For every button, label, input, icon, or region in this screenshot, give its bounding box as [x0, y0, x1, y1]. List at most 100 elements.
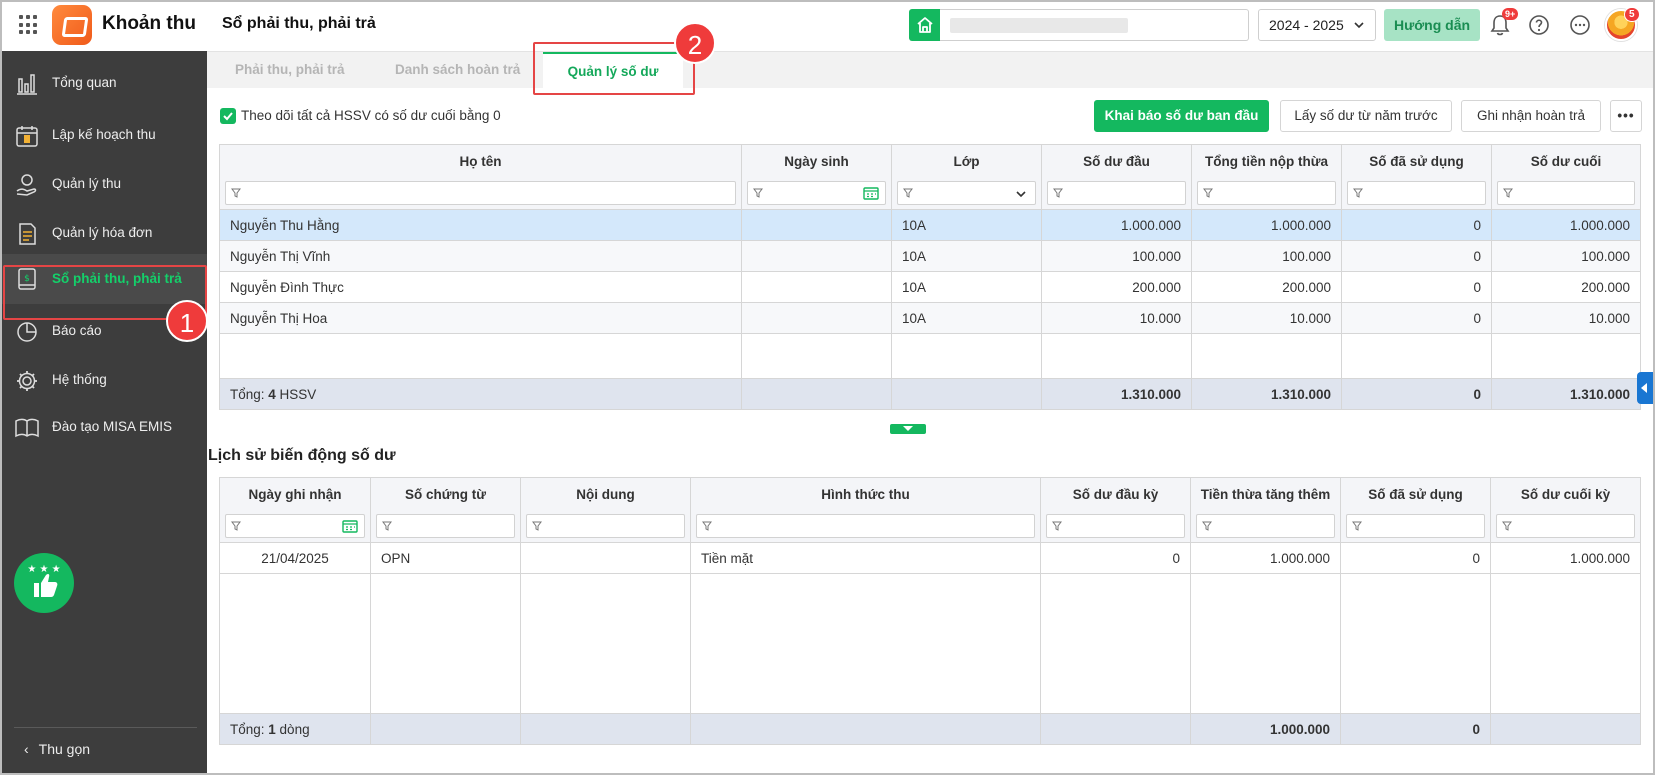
table-row[interactable]: Nguyễn Thị Hoa 10A 10.000 10.000 0 10.00…	[219, 302, 1641, 334]
column-header[interactable]: Số dư đầu kỳ	[1040, 477, 1191, 511]
column-header[interactable]: Hình thức thu	[690, 477, 1041, 511]
filter-icon	[1053, 188, 1063, 199]
cell-overpaid: 100.000	[1191, 240, 1342, 272]
sidebar-item-system[interactable]: Hệ thống	[2, 357, 207, 403]
filter-input[interactable]	[1347, 181, 1486, 206]
cell-name: Nguyễn Thị Hoa	[219, 302, 742, 334]
filter-input[interactable]	[1497, 181, 1635, 206]
sidebar-item-label: Quản lý hóa đơn	[52, 225, 153, 240]
total-used: 0	[1341, 378, 1492, 410]
cell-opening-balance: 0	[1040, 542, 1191, 574]
date-filter-input[interactable]	[225, 514, 365, 539]
cell-overpaid: 200.000	[1191, 271, 1342, 303]
fetch-previous-year-button[interactable]: Lấy số dư từ năm trước	[1280, 100, 1452, 132]
column-header[interactable]: Lớp	[891, 144, 1042, 178]
collapse-sidebar-button[interactable]: ‹ Thu gọn	[24, 741, 90, 757]
column-header[interactable]: Số dư cuối	[1491, 144, 1641, 178]
total-closing-balance: 1.310.000	[1491, 378, 1641, 410]
cell-overpaid-increase: 1.000.000	[1190, 542, 1341, 574]
filter-icon	[532, 521, 542, 532]
cell-birthdate	[741, 209, 892, 241]
filter-icon	[1202, 521, 1212, 532]
filter-input[interactable]	[1197, 181, 1336, 206]
sidebar-item-collect[interactable]: Quản lý thu	[2, 161, 207, 207]
column-header[interactable]: Số dư cuối kỳ	[1490, 477, 1641, 511]
filter-input[interactable]	[376, 514, 515, 539]
filter-icon	[903, 188, 913, 199]
sidebar-item-overview[interactable]: Tổng quan	[2, 60, 207, 106]
chevron-left-icon: ‹	[24, 741, 29, 757]
help-icon[interactable]	[1526, 12, 1552, 38]
filter-icon	[1352, 521, 1362, 532]
more-options-icon[interactable]	[1567, 12, 1593, 38]
calendar-money-icon	[16, 126, 38, 147]
page-title: Sổ phải thu, phải trả	[222, 15, 376, 32]
notification-badge: 9+	[1502, 8, 1519, 20]
calendar-icon[interactable]	[863, 186, 879, 200]
column-header[interactable]: Ngày ghi nhận	[219, 477, 371, 511]
cell-opening-balance: 10.000	[1041, 302, 1192, 334]
filter-input[interactable]	[1196, 514, 1335, 539]
filter-icon	[1353, 188, 1363, 199]
table-row[interactable]: Nguyễn Thị Vĩnh 10A 100.000 100.000 0 10…	[219, 240, 1641, 272]
tab-receivables[interactable]: Phải thu, phải trả	[235, 52, 345, 88]
sidebar: Tổng quan Lập kế hoạch thu Quản lý thu Q…	[2, 51, 207, 773]
total-overpaid: 1.310.000	[1191, 378, 1342, 410]
column-header[interactable]: Số đã sử dụng	[1341, 144, 1492, 178]
cell-class: 10A	[891, 209, 1042, 241]
column-header[interactable]: Tổng tiền nộp thừa	[1191, 144, 1342, 178]
column-header[interactable]: Tiền thừa tăng thêm	[1190, 477, 1341, 511]
history-table-header: Ngày ghi nhận Số chứng từ Nội dung Hình …	[219, 477, 1641, 511]
table-row[interactable]: Nguyễn Thu Hằng 10A 1.000.000 1.000.000 …	[219, 209, 1641, 241]
table-row[interactable]: Nguyễn Đình Thực 10A 200.000 200.000 0 2…	[219, 271, 1641, 303]
total-closing-balance	[1490, 713, 1641, 745]
filter-input[interactable]	[1346, 514, 1485, 539]
filter-input[interactable]	[526, 514, 685, 539]
sidebar-item-training[interactable]: Đào tạo MISA EMIS	[2, 404, 207, 450]
class-filter-select[interactable]	[897, 181, 1036, 206]
cell-class: 10A	[891, 240, 1042, 272]
side-panel-toggle[interactable]	[1637, 372, 1653, 404]
filter-input[interactable]	[696, 514, 1035, 539]
filter-input[interactable]	[225, 181, 736, 206]
cell-payment-method: Tiền mặt	[690, 542, 1041, 574]
column-header[interactable]: Số chứng từ	[370, 477, 521, 511]
feedback-button[interactable]: ★ ★ ★	[14, 553, 74, 613]
school-year-value: 2024 - 2025	[1269, 17, 1344, 33]
calendar-icon[interactable]	[342, 519, 358, 533]
sidebar-item-invoice[interactable]: Quản lý hóa đơn	[2, 210, 207, 256]
filter-input[interactable]	[1046, 514, 1185, 539]
declare-opening-balance-button[interactable]: Khai báo số dư ban đầu	[1094, 100, 1269, 132]
filter-icon	[1502, 521, 1512, 532]
sidebar-item-plan[interactable]: Lập kế hoạch thu	[2, 112, 207, 158]
check-icon	[223, 112, 233, 121]
column-header[interactable]: Số dư đầu	[1041, 144, 1192, 178]
guide-button[interactable]: Hướng dẫn	[1384, 9, 1480, 41]
top-bar: Khoản thu Sổ phải thu, phải trả 2024 - 2…	[0, 0, 1655, 52]
balance-table: Họ tên Ngày sinh Lớp Số dư đầu Tổng tiền…	[219, 144, 1641, 410]
column-header[interactable]: Họ tên	[219, 144, 742, 178]
cell-used: 0	[1341, 302, 1492, 334]
table-row[interactable]: 21/04/2025 OPN Tiền mặt 0 1.000.000 0 1.…	[219, 542, 1641, 574]
track-zero-balance-checkbox[interactable]	[220, 108, 236, 124]
more-actions-button[interactable]: •••	[1610, 100, 1642, 132]
record-refund-button[interactable]: Ghi nhận hoàn trả	[1461, 100, 1601, 132]
column-header[interactable]: Số đã sử dụng	[1340, 477, 1491, 511]
app-launcher-icon[interactable]	[19, 15, 39, 35]
panel-splitter-handle[interactable]	[890, 424, 926, 434]
filter-icon	[702, 521, 712, 532]
date-filter-input[interactable]	[747, 181, 886, 206]
cell-name: Nguyễn Đình Thực	[219, 271, 742, 303]
filter-input[interactable]	[1496, 514, 1635, 539]
tab-refund-list[interactable]: Danh sách hoàn trả	[395, 52, 525, 88]
pie-chart-icon	[17, 322, 37, 342]
school-year-select[interactable]: 2024 - 2025	[1258, 9, 1376, 41]
cell-overpaid: 1.000.000	[1191, 209, 1342, 241]
cell-closing-balance: 100.000	[1491, 240, 1641, 272]
empty-row	[219, 573, 1641, 714]
column-header[interactable]: Ngày sinh	[741, 144, 892, 178]
home-button[interactable]	[909, 9, 941, 41]
column-header[interactable]: Nội dung	[520, 477, 691, 511]
collapse-label: Thu gọn	[38, 741, 91, 757]
filter-input[interactable]	[1047, 181, 1186, 206]
